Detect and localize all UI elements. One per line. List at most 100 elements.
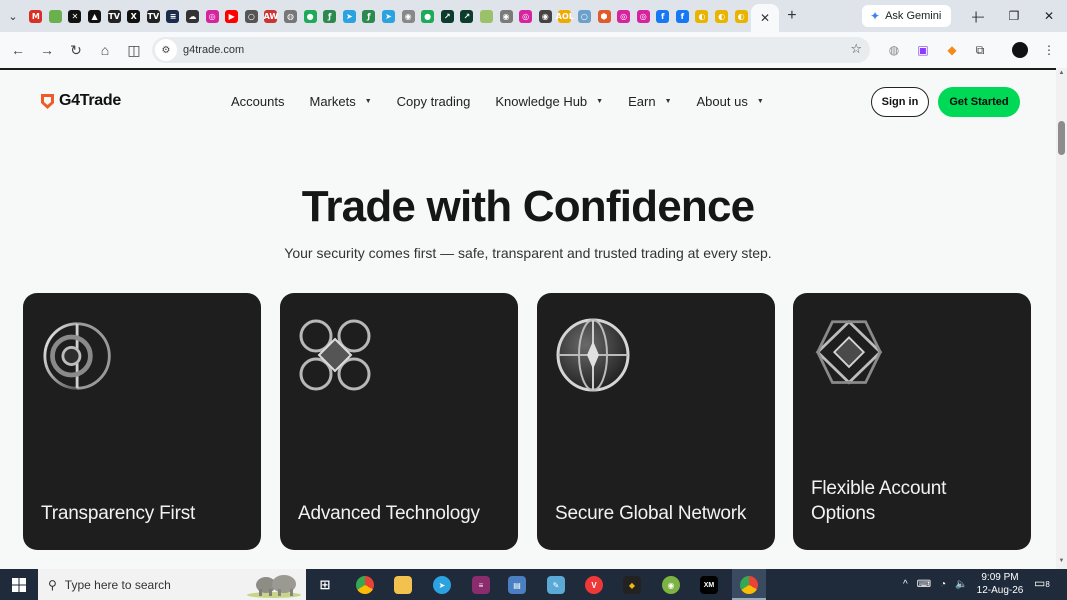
extension-icon [479,9,493,23]
scroll-thumb[interactable] [1058,121,1065,155]
browser-tab[interactable]: ≡ [163,0,183,32]
bookmark-star-icon[interactable]: ☆ [850,41,862,57]
feature-card-network[interactable]: Secure Global Network [537,293,775,550]
browser-tab[interactable]: ◉ [496,0,516,32]
browser-tab[interactable]: ◉ [398,0,418,32]
nav-item-markets[interactable]: Markets ▼ [309,94,371,109]
browser-tab[interactable]: ◎ [633,0,653,32]
task-view-icon[interactable]: ⊞ [313,573,337,597]
twitch-extension-icon[interactable]: ▣ [911,38,935,62]
browser-tab[interactable]: ◎ [516,0,536,32]
feature-card-accounts[interactable]: Flexible Account Options [793,293,1031,550]
feature-card-technology[interactable]: Advanced Technology [280,293,518,550]
scroll-up-icon[interactable]: ▲ [1058,70,1065,76]
ask-gemini-button[interactable]: ✦ Ask Gemini [862,5,952,27]
url-text[interactable]: g4trade.com [183,44,244,56]
browser-tab[interactable]: f [673,0,693,32]
metamask-extension-icon[interactable]: ◆ [940,38,964,62]
translate-extension-icon[interactable]: ◍ [882,38,906,62]
extensions-puzzle-icon[interactable]: ⧉ [968,38,992,62]
windows-start-button[interactable] [0,569,38,600]
browser-tab[interactable]: ▶ [222,0,242,32]
nav-item-earn[interactable]: Earn ▼ [628,94,671,109]
winrar-icon[interactable]: ≡ [469,573,493,597]
nav-item-accounts[interactable]: Accounts [231,94,284,109]
forward-icon[interactable]: → [33,36,61,64]
browser-tab[interactable] [477,0,497,32]
tray-expand-icon[interactable]: ^ [903,579,908,590]
xm-app-icon[interactable]: XM [697,573,721,597]
site-logo[interactable]: G4Trade [40,92,121,110]
browser-tab[interactable]: ➤ [340,0,360,32]
page-scrollbar[interactable]: ▲ ▼ [1056,68,1067,569]
close-window-button[interactable]: ✕ [1031,0,1067,32]
browser-tab[interactable]: ◐ [731,0,751,32]
scroll-down-icon[interactable]: ▼ [1058,558,1065,564]
browser-tab[interactable]: ◉ [535,0,555,32]
ime-icon[interactable]: ⌨ [917,579,931,590]
back-icon[interactable]: ← [4,36,32,64]
reload-icon[interactable]: ↻ [62,36,90,64]
binance-icon[interactable]: ◆ [620,573,644,597]
taskbar-clock[interactable]: 9:09 PM 12-Aug-26 [972,571,1028,597]
new-tab-button[interactable]: + [779,0,805,32]
tab-search-chevron-icon[interactable]: ⌄ [0,0,26,32]
site-info-icon[interactable]: ⚙ [155,39,177,61]
telegram-icon: ➤ [342,9,356,23]
browser-tab[interactable] [46,0,66,32]
wifi-icon[interactable]: ◔ [940,579,946,590]
browser-tab[interactable]: AOL [555,0,575,32]
browser-tab[interactable]: TV [144,0,164,32]
notes-app-icon[interactable]: ✎ [544,573,568,597]
browser-tab[interactable]: f [653,0,673,32]
restore-button[interactable]: ❐ [996,0,1032,32]
browser-tab[interactable]: ◍ [281,0,301,32]
browser-tab[interactable]: ↗ [457,0,477,32]
browser-tab[interactable]: ↗ [437,0,457,32]
browser-tab[interactable]: ○ [575,0,595,32]
network-app-icon[interactable]: ▤ [505,573,529,597]
browser-tab[interactable]: ƒ [359,0,379,32]
profile-avatar[interactable] [1008,38,1032,62]
file-explorer-icon[interactable] [391,573,415,597]
browser-tab[interactable]: ⬢ [594,0,614,32]
vivaldi-icon[interactable]: V [582,573,606,597]
browser-tab[interactable]: AW [261,0,281,32]
browser-tab[interactable]: M [26,0,46,32]
browser-tab[interactable]: ✕ [65,0,85,32]
browser-tab[interactable]: ○ [242,0,262,32]
browser-tab[interactable]: ● [418,0,438,32]
address-bar[interactable]: ⚙ g4trade.com ☆ [152,37,870,63]
browser-menu-icon[interactable]: ⋮ [1037,38,1061,62]
notification-center-icon[interactable]: ▭8 [1034,576,1052,592]
browser-tab[interactable]: ◎ [202,0,222,32]
trend-icon: ↗ [460,9,474,23]
feature-card-transparency[interactable]: Transparency First [23,293,261,550]
taskbar-search[interactable]: ⚲ Type here to search [38,569,306,600]
browser-tab[interactable]: ◎ [614,0,634,32]
active-tab[interactable]: ✕ [750,4,779,32]
browser-tab[interactable]: X [124,0,144,32]
minimize-button[interactable]: — [960,0,996,32]
nav-item-copy-trading[interactable]: Copy trading [397,94,471,109]
browser-tab[interactable]: ◐ [692,0,712,32]
browser-tab[interactable]: ▲ [85,0,105,32]
sign-in-button[interactable]: Sign in [871,87,929,117]
telegram-taskbar-icon[interactable]: ➤ [430,573,454,597]
browser-tab[interactable]: ➤ [379,0,399,32]
chrome-taskbar-icon[interactable] [353,573,377,597]
browser-tab[interactable]: ● [300,0,320,32]
android-app-icon[interactable]: ◉ [659,573,683,597]
browser-tab[interactable]: ƒ [320,0,340,32]
close-tab-icon[interactable]: ✕ [760,11,770,25]
get-started-button[interactable]: Get Started [938,87,1020,117]
browser-tab[interactable]: ◐ [712,0,732,32]
nav-item-knowledge-hub[interactable]: Knowledge Hub ▼ [495,94,603,109]
browser-tab[interactable]: ☁ [183,0,203,32]
browser-tab[interactable]: TV [104,0,124,32]
home-icon[interactable]: ⌂ [91,36,119,64]
chrome-active-icon[interactable] [737,573,761,597]
reading-mode-icon[interactable]: ◫ [120,36,148,64]
volume-icon[interactable]: 🔈 [955,579,967,590]
nav-item-about-us[interactable]: About us ▼ [697,94,764,109]
